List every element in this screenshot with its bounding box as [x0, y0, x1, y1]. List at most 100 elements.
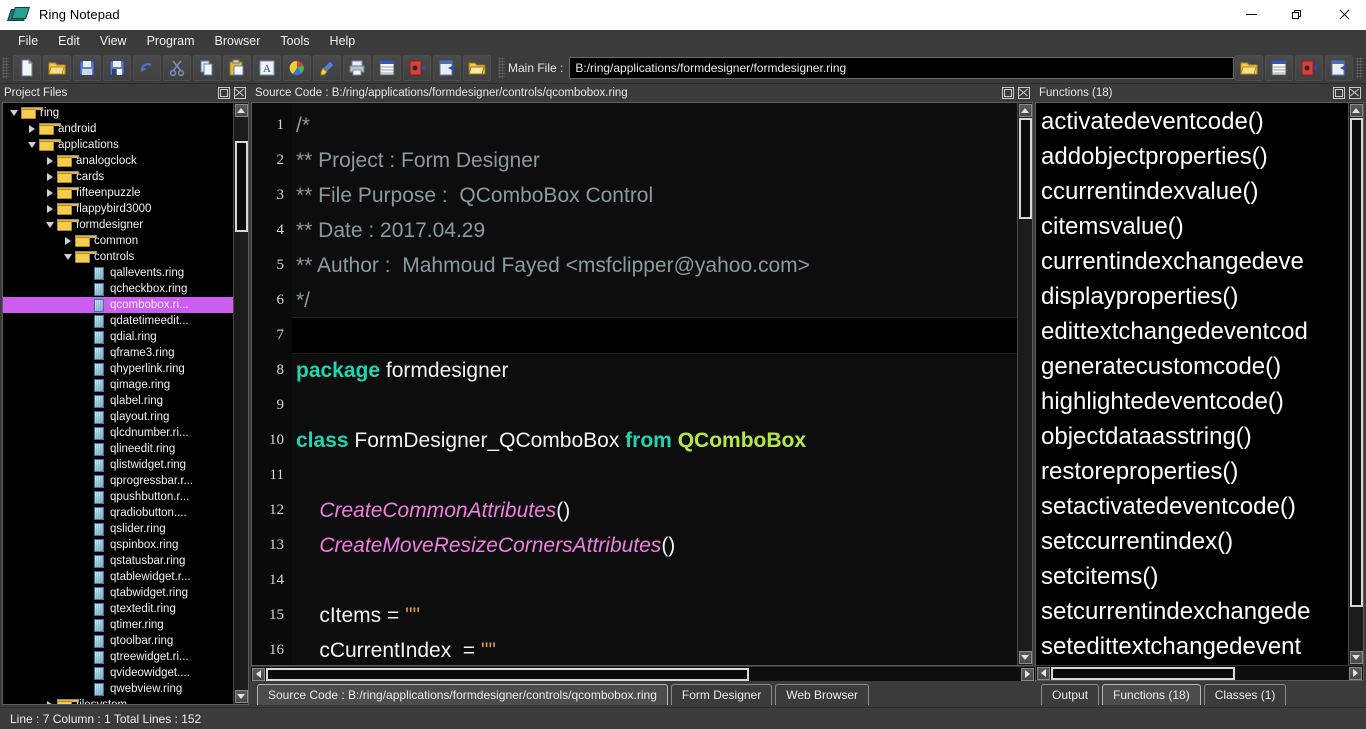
- debug-icon-2[interactable]: [1295, 55, 1323, 81]
- tree-file-row[interactable]: qtabwidget.ring: [3, 585, 233, 601]
- scroll-thumb[interactable]: [1019, 118, 1032, 219]
- tree-file-row[interactable]: qcombobox.ri...: [3, 297, 233, 313]
- project-tree-scrollbar[interactable]: [233, 103, 248, 704]
- maximize-button[interactable]: [1274, 0, 1320, 30]
- open-folder-icon[interactable]: [43, 55, 71, 81]
- scroll-right-icon[interactable]: [1349, 667, 1362, 680]
- tree-file-row[interactable]: qtablewidget.r...: [3, 569, 233, 585]
- code-line[interactable]: ** Date : 2017.04.29: [292, 213, 1017, 248]
- code-line[interactable]: [292, 458, 1017, 493]
- function-list-item[interactable]: setcurrentindexchangede: [1036, 594, 1348, 629]
- tree-file-row[interactable]: qpushbutton.r...: [3, 489, 233, 505]
- code-line[interactable]: cItems = "": [292, 598, 1017, 633]
- scroll-up-icon[interactable]: [1019, 104, 1032, 117]
- chevron-down-icon[interactable]: [7, 105, 21, 121]
- code-line[interactable]: [292, 388, 1017, 423]
- code-line[interactable]: ** File Purpose : QComboBox Control: [292, 178, 1017, 213]
- function-list-item[interactable]: setedittextchangedevent: [1036, 629, 1348, 664]
- function-list-item[interactable]: activatedeventcode(): [1036, 104, 1348, 139]
- tree-file-row[interactable]: qdatetimeedit...: [3, 313, 233, 329]
- function-list-item[interactable]: objectdataasstring(): [1036, 419, 1348, 454]
- new-file-icon[interactable]: [13, 55, 41, 81]
- chevron-right-icon[interactable]: [43, 185, 57, 201]
- scroll-up-icon[interactable]: [1350, 104, 1363, 117]
- hscroll-thumb[interactable]: [1051, 667, 1235, 680]
- copy-icon[interactable]: [193, 55, 221, 81]
- code-line[interactable]: ** Project : Form Designer: [292, 143, 1017, 178]
- view-tab[interactable]: Source Code : B:/ring/applications/formd…: [257, 684, 668, 705]
- color-icon[interactable]: [283, 55, 311, 81]
- function-list-item[interactable]: restoreproperties(): [1036, 454, 1348, 489]
- tree-file-row[interactable]: qimage.ring: [3, 377, 233, 393]
- function-list-item[interactable]: highlightedeventcode(): [1036, 384, 1348, 419]
- project-tree[interactable]: ringandroidapplicationsanalogclockcardsf…: [3, 103, 233, 704]
- scroll-track[interactable]: [235, 118, 248, 689]
- scroll-left-icon[interactable]: [1037, 667, 1050, 680]
- menu-edit[interactable]: Edit: [48, 32, 90, 50]
- editor-horizontal-scrollbar[interactable]: [251, 666, 1035, 681]
- cut-icon[interactable]: [163, 55, 191, 81]
- code-line[interactable]: cCurrentIndex = "": [292, 633, 1017, 665]
- menu-browser[interactable]: Browser: [205, 32, 271, 50]
- print-icon[interactable]: [343, 55, 371, 81]
- scroll-down-icon[interactable]: [235, 690, 248, 703]
- close-icon[interactable]: [1348, 86, 1362, 100]
- tree-file-row[interactable]: qlabel.ring: [3, 393, 233, 409]
- tree-folder-row[interactable]: ring: [3, 105, 233, 121]
- tree-folder-row[interactable]: common: [3, 233, 233, 249]
- tree-folder-row[interactable]: filesystem: [3, 697, 233, 704]
- hscroll-track[interactable]: [1051, 667, 1348, 680]
- open-folder-icon-2[interactable]: [1235, 55, 1263, 81]
- code-area[interactable]: /*** Project : Form Designer** File Purp…: [292, 103, 1017, 665]
- code-editor[interactable]: 12345678910111213141516 /*** Project : F…: [252, 103, 1017, 665]
- menu-view[interactable]: View: [90, 32, 137, 50]
- close-icon[interactable]: [233, 86, 247, 100]
- code-line[interactable]: CreateMoveResizeCornersAttributes(): [292, 528, 1017, 563]
- function-list-item[interactable]: setactivatedeventcode(): [1036, 489, 1348, 524]
- function-list-item[interactable]: displayproperties(): [1036, 279, 1348, 314]
- tree-file-row[interactable]: qhyperlink.ring: [3, 361, 233, 377]
- run-icon[interactable]: [433, 55, 461, 81]
- chevron-down-icon[interactable]: [43, 217, 57, 233]
- tree-folder-row[interactable]: controls: [3, 249, 233, 265]
- tree-file-row[interactable]: qdial.ring: [3, 329, 233, 345]
- run-icon-2[interactable]: [1325, 55, 1353, 81]
- tree-folder-row[interactable]: formdesigner: [3, 217, 233, 233]
- tree-file-row[interactable]: qslider.ring: [3, 521, 233, 537]
- scroll-right-icon[interactable]: [1021, 668, 1034, 681]
- tree-file-row[interactable]: qlineedit.ring: [3, 441, 233, 457]
- function-list-item[interactable]: setcitems(): [1036, 559, 1348, 594]
- chevron-right-icon[interactable]: [25, 121, 39, 137]
- table-icon[interactable]: [373, 55, 401, 81]
- float-icon[interactable]: [217, 86, 231, 100]
- code-line[interactable]: package formdesigner: [292, 353, 1017, 388]
- menu-file[interactable]: File: [8, 32, 48, 50]
- chevron-right-icon[interactable]: [43, 201, 57, 217]
- tree-file-row[interactable]: qprogressbar.r...: [3, 473, 233, 489]
- tree-file-row[interactable]: qallevents.ring: [3, 265, 233, 281]
- panel-tab[interactable]: Functions (18): [1102, 684, 1201, 705]
- functions-list[interactable]: activatedeventcode()addobjectproperties(…: [1036, 103, 1348, 665]
- paste-icon[interactable]: [223, 55, 251, 81]
- float-icon[interactable]: [1001, 86, 1015, 100]
- scroll-down-icon[interactable]: [1019, 651, 1032, 664]
- function-list-item[interactable]: addobjectproperties(): [1036, 139, 1348, 174]
- tree-file-row[interactable]: qspinbox.ring: [3, 537, 233, 553]
- save-as-icon[interactable]: [103, 55, 131, 81]
- code-line[interactable]: */: [292, 283, 1017, 318]
- function-list-item[interactable]: generatecustomcode(): [1036, 349, 1348, 384]
- code-line[interactable]: [292, 318, 1017, 353]
- highlight-icon[interactable]: [313, 55, 341, 81]
- scroll-thumb[interactable]: [235, 141, 248, 232]
- functions-scrollbar[interactable]: [1348, 103, 1363, 665]
- function-list-item[interactable]: edittextchangedeventcod: [1036, 314, 1348, 349]
- view-tab[interactable]: Web Browser: [775, 684, 869, 705]
- undo-icon[interactable]: [133, 55, 161, 81]
- tree-file-row[interactable]: qwebview.ring: [3, 681, 233, 697]
- mainfile-grip[interactable]: [498, 57, 505, 79]
- tree-file-row[interactable]: qtoolbar.ring: [3, 633, 233, 649]
- save-icon[interactable]: [73, 55, 101, 81]
- close-icon[interactable]: [1017, 86, 1031, 100]
- tree-file-row[interactable]: qtreewidget.ri...: [3, 649, 233, 665]
- menu-program[interactable]: Program: [137, 32, 205, 50]
